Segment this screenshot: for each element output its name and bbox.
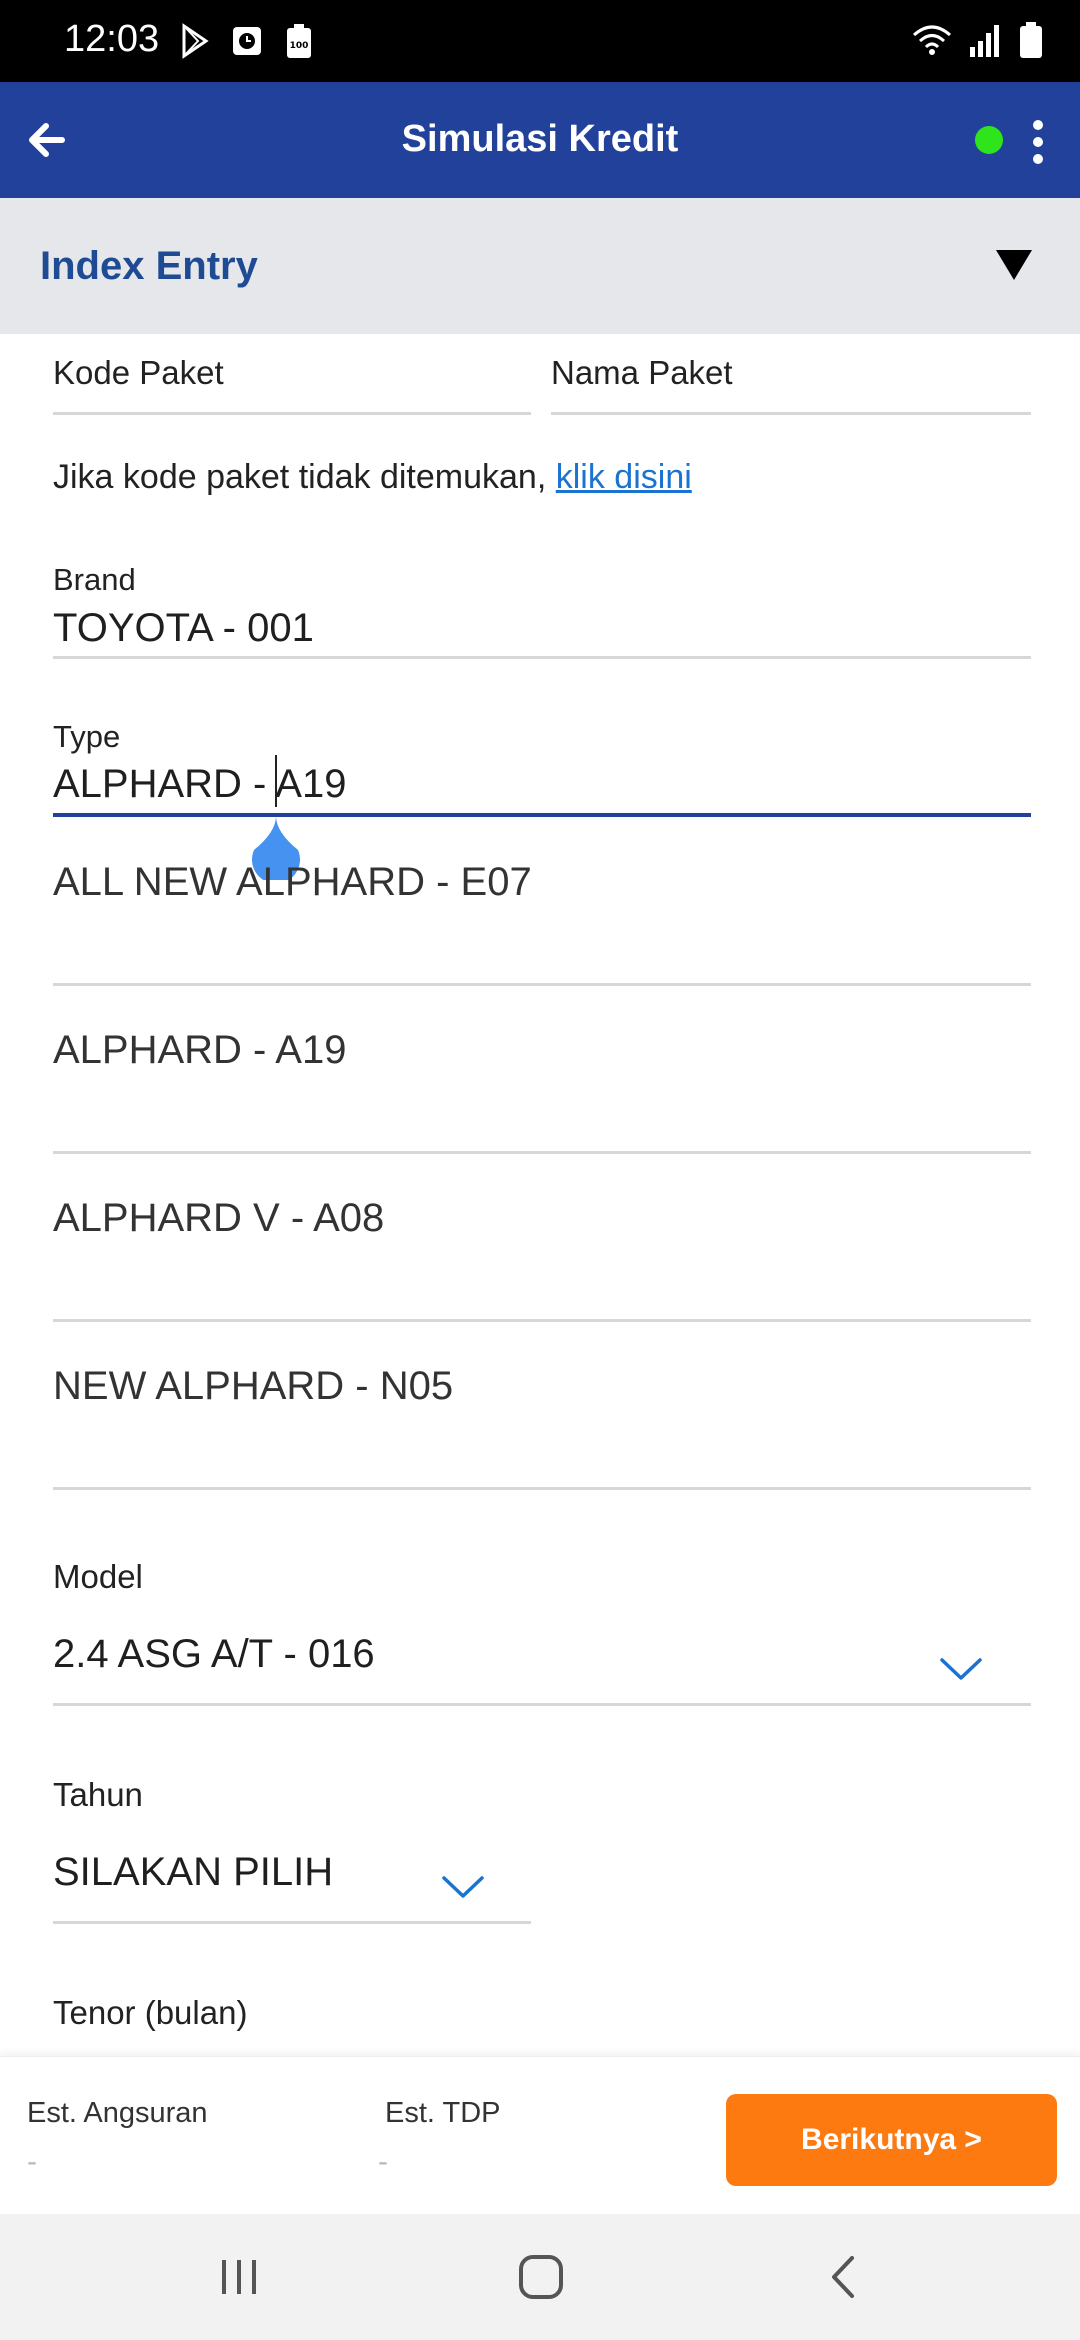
est-angsuran-value: - [27,2145,37,2178]
click-here-link[interactable]: klik disini [556,458,692,496]
est-tdp-label: Est. TDP [385,2097,501,2129]
suggestion-item[interactable]: ALL NEW ALPHARD - E07 [53,818,1031,986]
wifi-icon [913,25,951,55]
section-title: Index Entry [40,244,258,288]
tahun-underline [53,1921,531,1924]
suggestion-divider [53,1487,1031,1490]
brand-label: Brand [53,562,136,597]
hint-text: Jika kode paket tidak ditemukan, klik di… [53,458,692,497]
kode-paket-underline [53,412,531,415]
recent-apps-icon[interactable] [214,2252,264,2302]
brand-input[interactable]: TOYOTA - 001 [53,606,314,651]
nama-paket-field[interactable]: Nama Paket [551,354,733,392]
clock-app-icon [233,27,261,55]
battery-icon [1020,22,1042,58]
model-select[interactable]: 2.4 ASG A/T - 016 [53,1632,375,1677]
text-cursor [275,755,277,807]
summary-bar: Est. Angsuran - Est. TDP - Berikutnya > [0,2056,1080,2214]
model-label: Model [53,1558,143,1595]
battery-saver-icon: 100 [287,24,311,58]
index-entry-header[interactable]: Index Entry [0,198,1080,334]
hint-message: Jika kode paket tidak ditemukan, [53,458,547,496]
suggestion-label: ALPHARD V - A08 [53,1196,385,1240]
caret-down-icon[interactable] [994,248,1034,282]
suggestion-item[interactable]: ALPHARD V - A08 [53,1154,1031,1322]
type-underline [53,813,1031,817]
suggestion-label: ALPHARD - A19 [53,1028,347,1072]
app-bar: Simulasi Kredit [0,82,1080,198]
svg-text:100: 100 [290,41,309,51]
status-time: 12:03 [64,18,160,60]
back-nav-icon[interactable] [820,2252,870,2302]
model-underline [53,1703,1031,1706]
suggestion-label: NEW ALPHARD - N05 [53,1364,454,1408]
tahun-select[interactable]: SILAKAN PILIH [53,1850,333,1895]
type-input[interactable]: ALPHARD - A19 [53,762,346,807]
suggestion-item[interactable]: ALPHARD - A19 [53,986,1031,1154]
tenor-label: Tenor (bulan) [53,1994,248,2031]
status-right-icons [910,20,1044,60]
signal-icon [970,25,999,57]
est-tdp-value: - [378,2145,388,2178]
chevron-down-icon[interactable] [939,1656,983,1682]
chevron-down-icon[interactable] [441,1874,485,1900]
more-vert-icon[interactable] [1028,118,1048,168]
play-store-icon [182,23,209,59]
type-label: Type [53,719,121,754]
status-bar: 12:03 100 [0,0,1080,82]
next-button[interactable]: Berikutnya > [726,2094,1057,2186]
kode-paket-field[interactable]: Kode Paket [53,354,224,392]
nama-paket-underline [551,412,1031,415]
est-angsuran-label: Est. Angsuran [27,2097,208,2129]
brand-underline [53,656,1031,659]
system-nav-bar [0,2214,1080,2340]
suggestion-label: ALL NEW ALPHARD - E07 [53,860,532,904]
online-status-indicator [975,126,1003,154]
tahun-label: Tahun [53,1776,143,1813]
home-icon[interactable] [516,2252,566,2302]
suggestion-item[interactable]: NEW ALPHARD - N05 [53,1322,1031,1490]
page-title: Simulasi Kredit [401,118,679,160]
